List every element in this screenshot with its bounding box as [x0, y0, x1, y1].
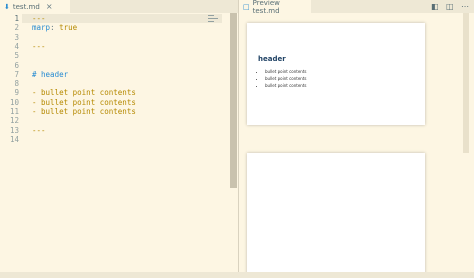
line-number: 7 [14, 69, 19, 79]
current-line-highlight [22, 14, 222, 23]
yaml-separator: : [50, 23, 60, 33]
preview-scrollbar[interactable] [463, 13, 469, 153]
yaml-value: true [59, 23, 78, 33]
line-number: 3 [14, 32, 19, 42]
tab-label: test.md [12, 2, 40, 11]
line-number: 12 [9, 116, 19, 126]
line-number: 5 [14, 51, 19, 61]
code-line: marp: true [32, 23, 77, 32]
code-text: - bullet point contents [32, 107, 136, 116]
line-number: 14 [9, 134, 19, 144]
code-text: # header [32, 69, 69, 79]
preview-pane: header bullet point contents bullet poin… [239, 13, 474, 278]
bottom-bar [0, 272, 474, 278]
code-line: - bullet point contents [32, 98, 136, 107]
minimap[interactable] [208, 14, 222, 22]
slide-2 [247, 153, 425, 278]
code-text: --- [32, 125, 46, 135]
slide-bullet: bullet point contents [265, 68, 306, 75]
line-number: 9 [14, 88, 19, 98]
line-number: 8 [14, 79, 19, 89]
editor-tab-bar: ⬇ test.md × [0, 0, 238, 13]
code-line: --- [32, 42, 46, 51]
slide-bullet: bullet point contents [265, 82, 306, 89]
line-number: 11 [9, 107, 19, 116]
code-line: --- [32, 126, 46, 135]
line-number: 4 [14, 41, 19, 51]
line-number: 10 [9, 97, 19, 107]
split-editor-icon[interactable]: ◫ [446, 2, 454, 11]
line-number: 1 [14, 14, 19, 23]
code-text: --- [32, 41, 46, 51]
line-number: 2 [14, 23, 19, 33]
slide-1: header bullet point contents bullet poin… [247, 23, 425, 125]
line-number: 6 [14, 60, 19, 70]
yaml-key: marp [32, 23, 51, 33]
slide-bullet-list: bullet point contents bullet point conte… [259, 68, 306, 89]
vertical-scrollbar[interactable] [230, 13, 237, 188]
tab-test-md[interactable]: ⬇ test.md × [0, 0, 70, 13]
markdown-icon: ⬇ [4, 2, 10, 11]
more-actions-icon[interactable]: ⋯ [461, 2, 469, 11]
code-text: - bullet point contents [32, 88, 136, 98]
editor-group: ⬇ test.md × 1 2 3 4 5 6 7 8 9 10 11 12 13 14 --- marp:… [0, 0, 238, 278]
tab-preview[interactable]: □ Preview test.md [239, 0, 311, 15]
code-line: - bullet point contents [32, 88, 136, 97]
code-text: - bullet point contents [32, 97, 136, 107]
slide-heading: header [258, 55, 286, 63]
code-text: --- [32, 14, 46, 23]
code-line: - bullet point contents [32, 107, 136, 116]
open-source-icon[interactable]: ◧ [431, 2, 439, 11]
preview-group: □ Preview test.md ◧ ◫ ⋯ header bullet po… [239, 0, 474, 278]
code-line: # header [32, 70, 68, 79]
preview-tab-bar: □ Preview test.md ◧ ◫ ⋯ [239, 0, 474, 15]
line-number: 13 [9, 125, 19, 135]
code-line: --- [32, 14, 46, 23]
preview-icon: □ [243, 2, 250, 11]
slide-bullet: bullet point contents [265, 75, 306, 82]
close-icon[interactable]: × [46, 2, 53, 11]
